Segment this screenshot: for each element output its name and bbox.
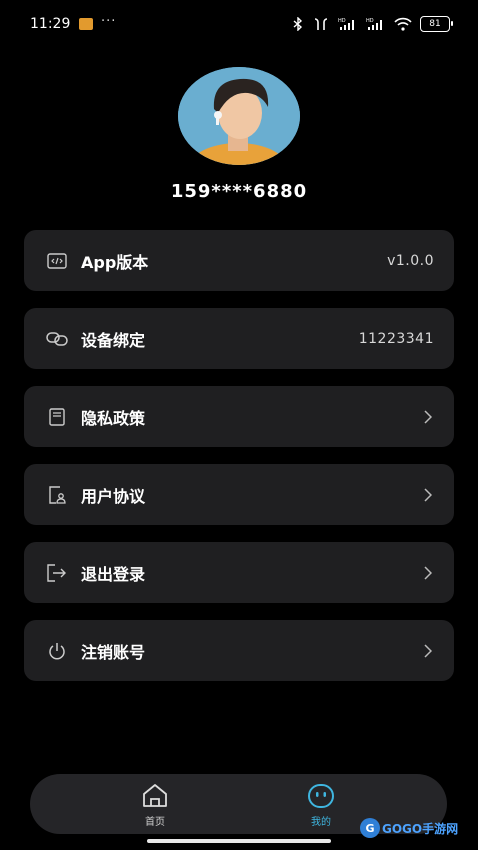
menu-item-label: App版本 — [81, 252, 149, 272]
hd-signal-icon: HD — [338, 16, 358, 32]
bluetooth-icon — [292, 16, 304, 32]
app-notification-icon — [79, 18, 93, 30]
menu-item-privacy-policy[interactable]: 隐私政策 — [24, 386, 454, 447]
earbuds-icon — [312, 16, 330, 32]
home-indicator — [147, 839, 331, 843]
tab-home[interactable]: 首页 — [125, 782, 185, 828]
avatar[interactable] — [178, 67, 300, 165]
app-version-value: v1.0.0 — [387, 252, 434, 269]
logout-icon — [46, 562, 68, 584]
menu-item-label: 注销账号 — [81, 642, 146, 662]
tab-home-label: 首页 — [145, 817, 165, 828]
home-icon — [140, 782, 170, 810]
svg-text:HD: HD — [366, 18, 374, 24]
link-icon — [46, 328, 68, 350]
hd-signal-icon: HD — [366, 16, 386, 32]
menu-item-device-binding[interactable]: 设备绑定 11223341 — [24, 308, 454, 369]
menu-item-user-agreement[interactable]: 用户协议 — [24, 464, 454, 525]
watermark-logo: G — [360, 818, 380, 838]
menu-item-label: 退出登录 — [81, 564, 146, 584]
watermark: G GOGO手游网 — [360, 818, 458, 838]
document-icon — [46, 406, 68, 428]
wifi-icon — [394, 16, 412, 32]
menu-item-label: 用户协议 — [81, 486, 146, 506]
tab-mine-label: 我的 — [311, 817, 331, 828]
more-notifications-icon: ··· — [101, 14, 117, 29]
smiley-icon — [306, 782, 336, 810]
battery-icon: 81 — [420, 16, 453, 32]
svg-text:HD: HD — [338, 18, 346, 24]
code-icon — [46, 250, 68, 272]
menu-item-label: 设备绑定 — [81, 330, 146, 350]
chevron-right-icon — [422, 409, 434, 424]
user-agreement-icon — [46, 484, 68, 506]
chevron-right-icon — [422, 487, 434, 502]
menu-item-app-version[interactable]: App版本 v1.0.0 — [24, 230, 454, 291]
chevron-right-icon — [422, 565, 434, 580]
phone-number: 159****6880 — [170, 181, 308, 202]
status-icons: HD HD 81 — [292, 16, 453, 32]
menu-item-delete-account[interactable]: 注销账号 — [24, 620, 454, 681]
status-time: 11:29 — [30, 16, 71, 32]
power-icon — [46, 640, 68, 662]
status-bar: 11:29 ··· HD HD 81 — [0, 0, 478, 50]
menu-item-logout[interactable]: 退出登录 — [24, 542, 454, 603]
menu-item-label: 隐私政策 — [81, 408, 146, 428]
tab-mine[interactable]: 我的 — [291, 782, 351, 828]
chevron-right-icon — [422, 643, 434, 658]
watermark-text: GOGO手游网 — [382, 821, 459, 836]
device-id-value: 11223341 — [358, 330, 434, 347]
